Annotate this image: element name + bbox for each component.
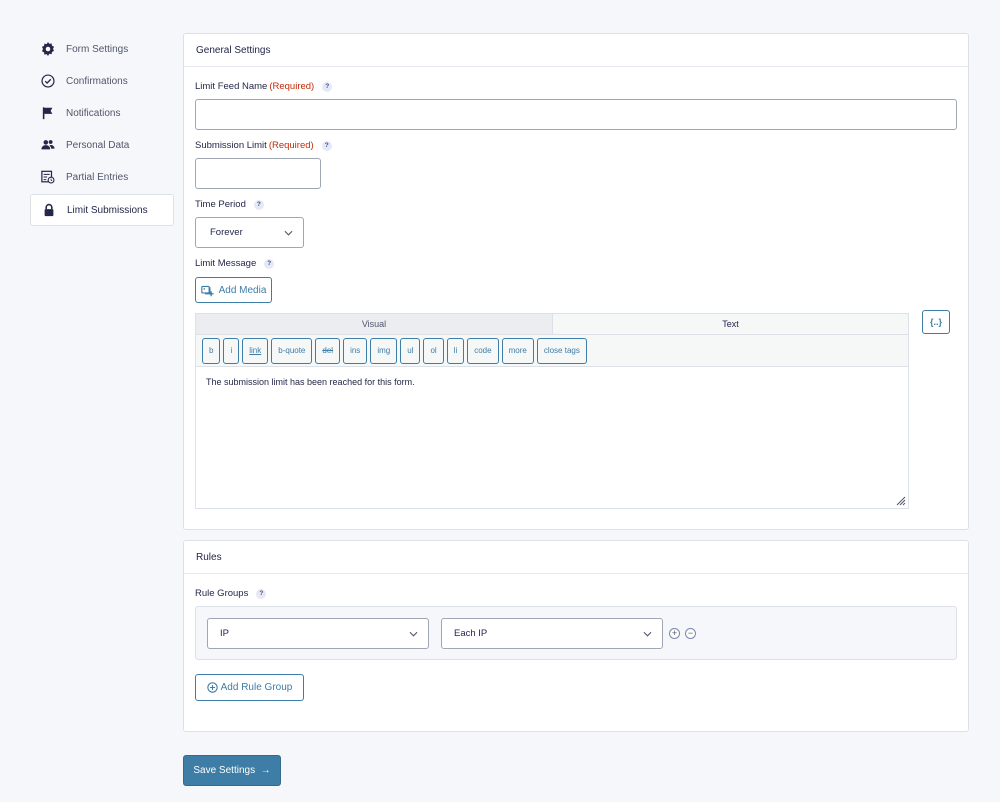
check-circle-icon [41,74,55,88]
panel-title: Rules [184,541,968,574]
help-icon[interactable]: ? [253,199,264,210]
time-period-value: Forever [210,227,243,238]
required-marker: (Required) [269,81,315,92]
submission-limit-label: Submission Limit (Required) ? [195,140,332,151]
quicktags-toolbar: b i link b-quote del ins img ul ol li co… [196,335,908,367]
add-rule-group-button[interactable]: Add Rule Group [195,674,304,701]
time-period-label-text: Time Period [195,199,246,210]
flag-icon [41,106,55,120]
quicktag-ul[interactable]: ul [400,337,421,364]
quicktag-link[interactable]: link [242,337,269,364]
rule-groups-label: Rule Groups ? [195,588,267,599]
add-media-label: Add Media [218,284,267,296]
gear-icon [41,42,55,56]
add-media-icon [200,285,214,296]
sidebar-item-label: Limit Submissions [67,204,148,216]
message-text: The submission limit has been reached fo… [206,377,415,387]
quicktag-li[interactable]: li [446,337,465,364]
general-settings-panel: General Settings Limit Feed Name (Requir… [183,33,969,530]
help-icon[interactable]: ? [321,140,332,151]
quicktag-del[interactable]: del [315,337,341,364]
message-textarea[interactable]: The submission limit has been reached fo… [196,367,908,508]
partial-entries-icon [41,170,55,184]
rule-type-select[interactable]: IP [207,618,429,649]
submission-limit-input[interactable] [195,158,321,189]
feed-name-label: Limit Feed Name (Required) ? [195,81,333,92]
chevron-down-icon [643,631,652,637]
add-rule-button[interactable]: + [669,628,680,639]
remove-rule-button[interactable]: − [685,628,696,639]
plus-circle-icon [206,682,218,693]
sidebar-item-form-settings[interactable]: Form Settings [30,33,174,65]
tab-visual[interactable]: Visual [196,314,553,334]
quicktag-ins[interactable]: ins [343,337,368,364]
tab-text[interactable]: Text [553,314,908,334]
rule-groups-label-text: Rule Groups [195,588,249,599]
sidebar-item-personal-data[interactable]: Personal Data [30,129,174,161]
quicktag-close-tags[interactable]: close tags [536,337,587,364]
quicktag-blockquote[interactable]: b-quote [271,337,313,364]
editor-tabs: Visual Text [196,314,908,335]
users-icon [41,138,55,152]
rules-panel: Rules Rule Groups ? IP Each IP + − Add R… [183,540,969,732]
add-rule-group-label: Add Rule Group [220,682,293,693]
feed-name-label-text: Limit Feed Name [195,81,268,92]
quicktag-more[interactable]: more [501,337,534,364]
sidebar-item-partial-entries[interactable]: Partial Entries [30,161,174,193]
limit-message-editor: Visual Text b i link b-quote del ins img… [195,313,909,509]
sidebar-item-label: Form Settings [66,43,129,55]
submission-limit-label-text: Submission Limit [195,140,267,151]
merge-tags-icon: {..} [929,317,942,327]
lock-icon [42,203,56,217]
quicktag-code[interactable]: code [467,337,499,364]
rule-value-select[interactable]: Each IP [441,618,663,649]
rule-group: IP Each IP + − [195,606,957,660]
help-icon[interactable]: ? [322,81,333,92]
quicktag-img[interactable]: img [370,337,398,364]
save-settings-label: Save Settings → [193,765,271,776]
merge-tags-button[interactable]: {..} [922,310,950,334]
quicktag-italic[interactable]: i [223,337,240,364]
add-media-button[interactable]: Add Media [195,277,272,303]
quicktag-ol[interactable]: ol [423,337,444,364]
chevron-down-icon [409,631,418,637]
save-settings-button[interactable]: Save Settings → [183,755,281,786]
time-period-select[interactable]: Forever [195,217,304,248]
settings-sidebar: Form Settings Confirmations Notification… [30,33,174,226]
rule-value-value: Each IP [454,628,488,639]
required-marker: (Required) [268,140,314,151]
resize-handle-icon[interactable] [896,496,906,506]
time-period-label: Time Period ? [195,199,264,210]
limit-message-label-text: Limit Message [195,258,257,269]
sidebar-item-label: Personal Data [66,139,130,151]
sidebar-item-notifications[interactable]: Notifications [30,97,174,129]
panel-title: General Settings [184,34,968,67]
sidebar-item-label: Confirmations [66,75,128,87]
help-icon[interactable]: ? [264,258,275,269]
feed-name-input[interactable] [195,99,957,130]
quicktag-bold[interactable]: b [202,337,221,364]
sidebar-item-confirmations[interactable]: Confirmations [30,65,174,97]
sidebar-item-label: Partial Entries [66,171,129,183]
chevron-down-icon [284,230,293,236]
sidebar-item-label: Notifications [66,107,121,119]
rule-type-value: IP [220,628,229,639]
limit-message-label: Limit Message ? [195,258,275,269]
help-icon[interactable]: ? [256,588,267,599]
sidebar-item-limit-submissions[interactable]: Limit Submissions [30,194,174,226]
